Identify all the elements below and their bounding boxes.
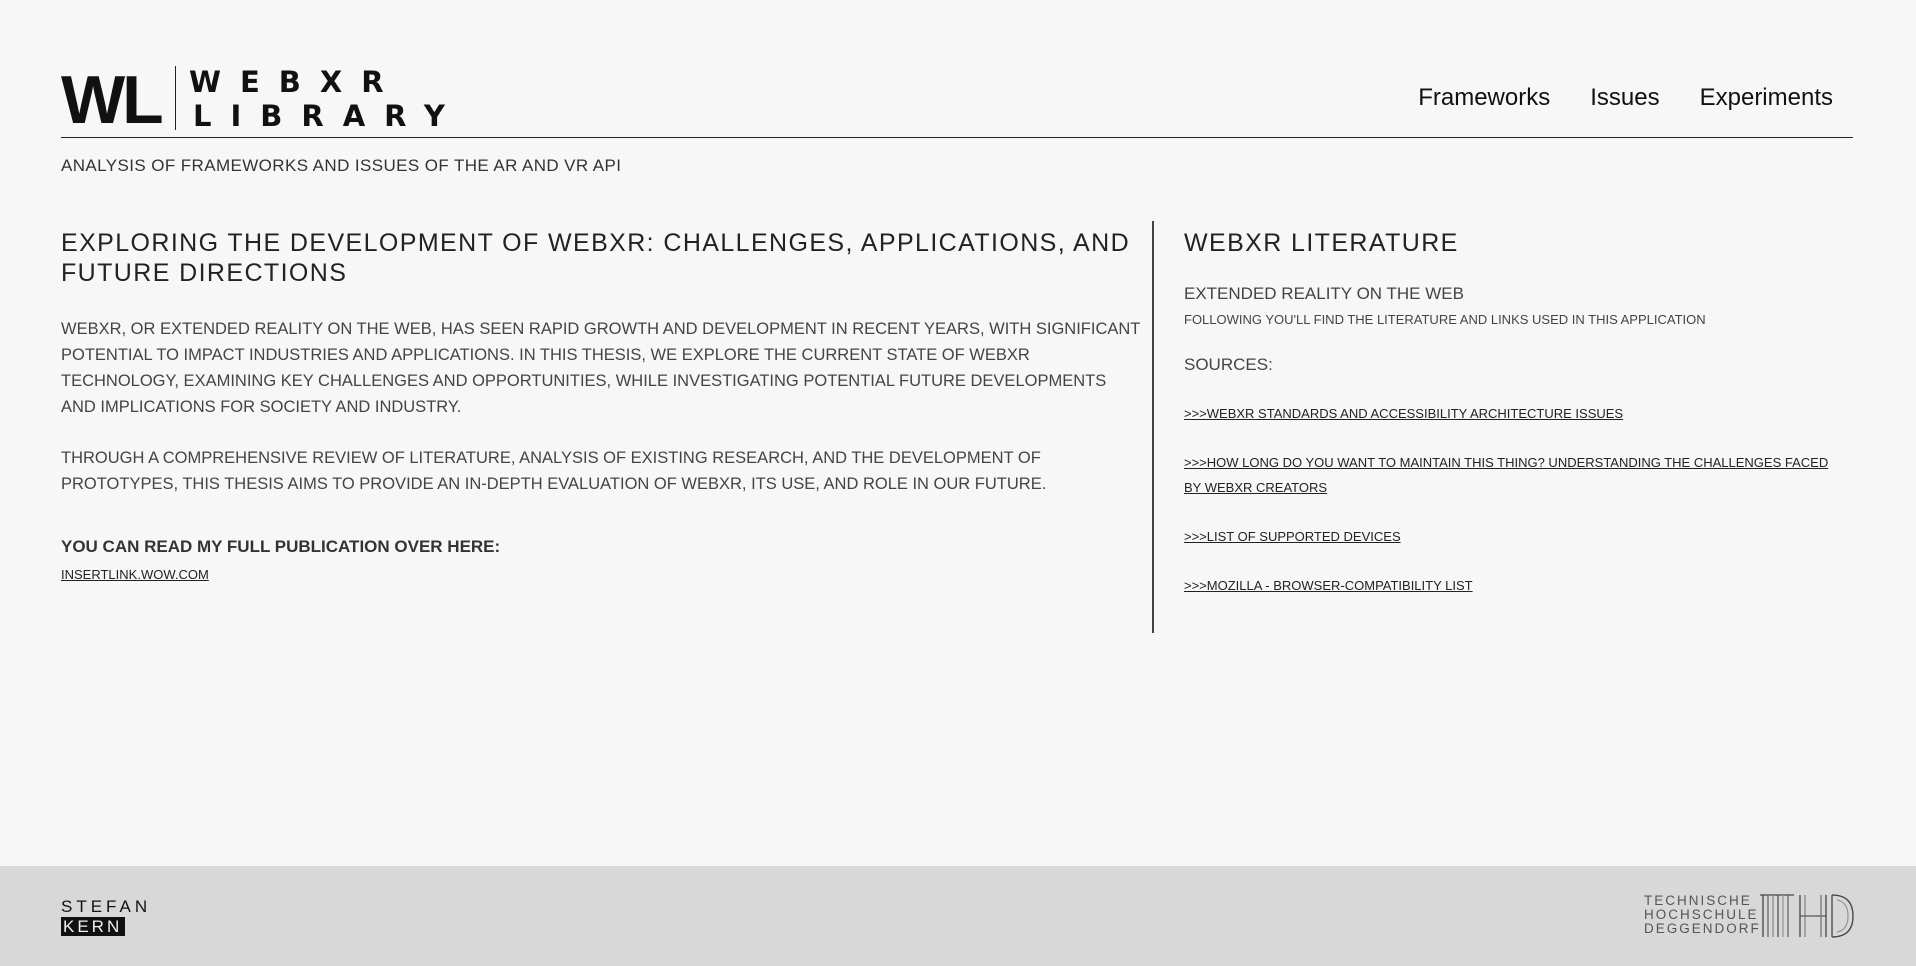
institution-name: TECHNISCHE HOCHSCHULE DEGGENDORF	[1644, 894, 1761, 936]
thesis-paragraph-2: THROUGH A COMPREHENSIVE REVIEW OF LITERA…	[61, 449, 1047, 493]
source-link[interactable]: >>>LIST OF SUPPORTED DEVICES	[1184, 524, 1834, 549]
source-link[interactable]: >>>WEBXR STANDARDS AND ACCESSIBILITY ARC…	[1184, 401, 1834, 426]
publication-label: YOU CAN READ MY FULL PUBLICATION OVER HE…	[61, 537, 501, 556]
logo-line-1: WEBXR	[189, 65, 403, 99]
author-logo: STEFAN KERN	[61, 898, 157, 937]
author-first-name: STEFAN	[61, 897, 152, 916]
source-link[interactable]: >>>HOW LONG DO YOU WANT TO MAINTAIN THIS…	[1184, 450, 1834, 500]
institution-line-1: TECHNISCHE	[1644, 893, 1752, 908]
site-footer: STEFAN KERN TECHNISCHE HOCHSCHULE DEGGEN…	[0, 866, 1916, 966]
source-link[interactable]: >>>MOZILLA - BROWSER-COMPATIBILITY LIST	[1184, 573, 1834, 598]
nav-experiments[interactable]: Experiments	[1700, 84, 1833, 112]
literature-section: WEBXR LITERATURE EXTENDED REALITY ON THE…	[1184, 228, 1834, 598]
literature-subtitle: EXTENDED REALITY ON THE WEB	[1184, 284, 1464, 303]
institution-line-2: HOCHSCHULE	[1644, 907, 1759, 922]
publication-link[interactable]: INSERTLINK.WOW.COM	[61, 567, 209, 582]
logo-divider	[175, 66, 176, 130]
logo-mark: WL	[61, 62, 164, 138]
thesis-paragraph-1: WEBXR, OR EXTENDED REALITY ON THE WEB, H…	[61, 320, 1141, 416]
sources-label: SOURCES:	[1184, 355, 1273, 374]
literature-title: WEBXR LITERATURE	[1184, 229, 1459, 257]
thd-logo-icon	[1760, 894, 1854, 938]
site-header: WL WEBXR LIBRARY Frameworks Issues Exper…	[61, 66, 1853, 138]
author-last-name: KERN	[61, 917, 126, 936]
nav-issues[interactable]: Issues	[1590, 84, 1659, 112]
thesis-title: EXPLORING THE DEVELOPMENT OF WEBXR: CHAL…	[61, 229, 1131, 287]
site-tagline: ANALYSIS OF FRAMEWORKS AND ISSUES OF THE…	[61, 156, 622, 175]
literature-description: FOLLOWING YOU'LL FIND THE LITERATURE AND…	[1184, 312, 1706, 327]
nav-frameworks[interactable]: Frameworks	[1418, 84, 1550, 112]
logo-line-2: LIBRARY	[193, 99, 464, 133]
thesis-section: EXPLORING THE DEVELOPMENT OF WEBXR: CHAL…	[61, 228, 1141, 584]
institution-logo[interactable]: TECHNISCHE HOCHSCHULE DEGGENDORF	[1644, 894, 1854, 938]
main-nav: Frameworks Issues Experiments	[1418, 84, 1833, 112]
column-divider	[1152, 221, 1154, 633]
institution-line-3: DEGGENDORF	[1644, 921, 1761, 936]
